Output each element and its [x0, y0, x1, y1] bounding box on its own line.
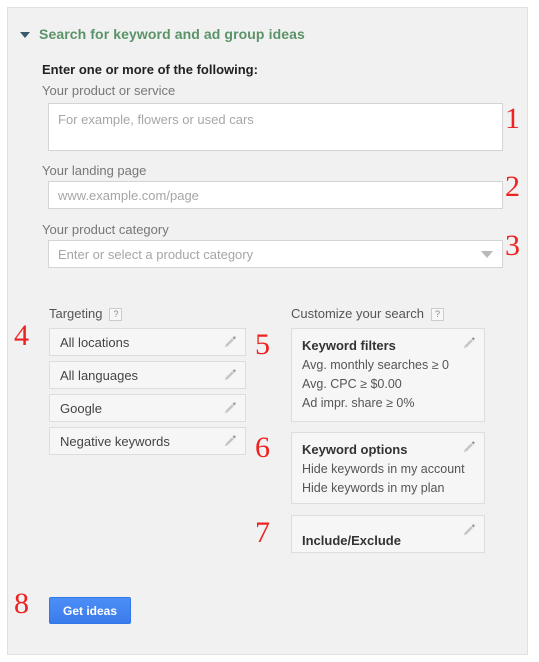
caret-down-icon: [20, 32, 30, 38]
callout-number-6: 6: [255, 431, 270, 464]
keyword-options-card[interactable]: Keyword options Hide keywords in my acco…: [291, 432, 485, 504]
card-title: Keyword filters: [302, 338, 396, 353]
keyword-filter-avg-monthly-searches: Avg. monthly searches ≥ 0: [302, 358, 449, 372]
card-title: Keyword options: [302, 442, 408, 457]
product-category-select[interactable]: Enter or select a product category: [48, 240, 503, 268]
keyword-option-hide-account: Hide keywords in my account: [302, 462, 465, 476]
pencil-icon[interactable]: [223, 434, 237, 448]
product-field-label: Your product or service: [42, 83, 176, 98]
landing-page-field-label: Your landing page: [42, 163, 147, 178]
pencil-icon[interactable]: [462, 523, 476, 537]
targeting-item-languages[interactable]: All languages: [49, 361, 246, 389]
pencil-icon[interactable]: [462, 336, 476, 350]
keyword-filters-card[interactable]: Keyword filters Avg. monthly searches ≥ …: [291, 328, 485, 422]
targeting-item-label: Google: [60, 400, 102, 416]
customize-heading-label: Customize your search: [291, 306, 424, 321]
targeting-item-label: All locations: [60, 334, 130, 350]
landing-page-input[interactable]: [48, 181, 503, 209]
callout-number-8: 8: [14, 587, 29, 620]
keyword-filter-avg-cpc: Avg. CPC ≥ $0.00: [302, 377, 402, 391]
keyword-option-hide-plan: Hide keywords in my plan: [302, 481, 445, 495]
pencil-icon[interactable]: [223, 335, 237, 349]
callout-number-5: 5: [255, 328, 270, 361]
customize-heading: Customize your search ?: [291, 306, 444, 321]
panel-header-toggle[interactable]: Search for keyword and ad group ideas: [20, 26, 305, 42]
callout-number-7: 7: [255, 516, 270, 549]
callout-number-3: 3: [505, 229, 520, 262]
include-exclude-card[interactable]: Include/Exclude: [291, 515, 485, 553]
pencil-icon[interactable]: [223, 401, 237, 415]
card-title: Include/Exclude: [302, 533, 401, 548]
targeting-item-negative-keywords[interactable]: Negative keywords: [49, 427, 246, 455]
pencil-icon[interactable]: [223, 368, 237, 382]
callout-number-4: 4: [14, 319, 29, 352]
keyword-filter-ad-impr-share: Ad impr. share ≥ 0%: [302, 396, 415, 410]
pencil-icon[interactable]: [462, 440, 476, 454]
product-category-placeholder: Enter or select a product category: [58, 246, 254, 262]
targeting-item-locations[interactable]: All locations: [49, 328, 246, 356]
help-icon[interactable]: ?: [109, 308, 123, 321]
section-instruction: Enter one or more of the following:: [42, 62, 258, 77]
chevron-down-icon[interactable]: [481, 250, 493, 258]
targeting-item-label: All languages: [60, 367, 139, 383]
targeting-item-network[interactable]: Google: [49, 394, 246, 422]
targeting-heading-label: Targeting: [49, 306, 103, 321]
product-or-service-input[interactable]: [48, 103, 503, 151]
help-icon[interactable]: ?: [430, 308, 444, 321]
get-ideas-button[interactable]: Get ideas: [49, 597, 132, 624]
page-title: Search for keyword and ad group ideas: [39, 26, 305, 42]
callout-number-1: 1: [505, 102, 520, 135]
targeting-item-label: Negative keywords: [60, 433, 170, 449]
callout-number-2: 2: [505, 170, 520, 203]
product-category-field-label: Your product category: [42, 222, 169, 237]
targeting-heading: Targeting ?: [49, 306, 123, 321]
